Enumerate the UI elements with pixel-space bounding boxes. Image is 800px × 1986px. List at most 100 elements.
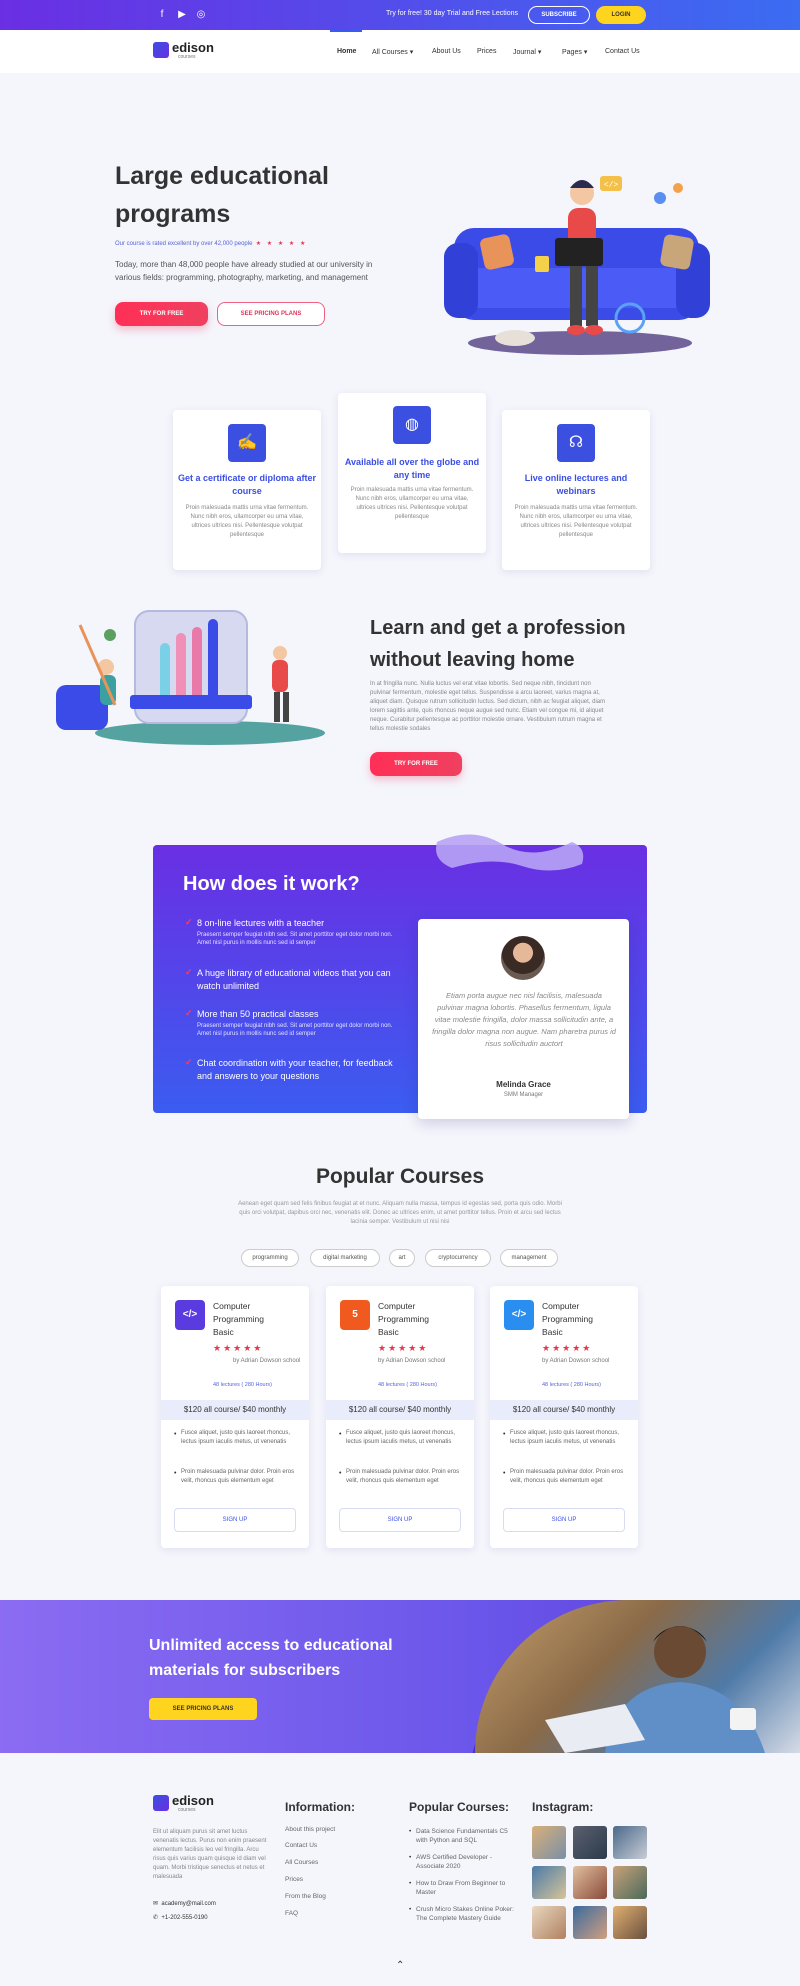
logo-subtext: courses <box>178 54 196 60</box>
footer-link[interactable]: Contact Us <box>285 1842 317 1849</box>
tag-cryptocurrency[interactable]: cryptocurrency <box>425 1249 491 1267</box>
footer-course-link[interactable]: • How to Draw From Beginner to Master <box>409 1879 516 1897</box>
instagram-icon[interactable]: ◎ <box>195 9 207 21</box>
footer-phone[interactable]: ✆ +1-202-555-0190 <box>153 1914 208 1921</box>
banner-title: Unlimited access to educational material… <box>149 1637 393 1679</box>
instagram-photo[interactable] <box>613 1826 647 1859</box>
logo-icon[interactable] <box>153 42 169 58</box>
course-title[interactable]: Computer Programming Basic <box>542 1300 612 1339</box>
nav-item-pages[interactable]: Pages ▾ <box>562 48 587 56</box>
tag-management[interactable]: management <box>500 1249 558 1267</box>
rating-text: Our course is rated excellent by over 42… <box>115 241 253 247</box>
footer-email[interactable]: ✉ academy@mail.com <box>153 1900 216 1907</box>
tag-digital-marketing[interactable]: digital marketing <box>310 1249 380 1267</box>
chevron-down-icon: ▾ <box>409 49 414 56</box>
scroll-top-icon[interactable]: ⌃ <box>396 1960 404 1971</box>
course-feature-text: Proin malesuada pulvinar dolor. Proin er… <box>346 1469 460 1484</box>
logo-text[interactable]: edison <box>172 40 214 55</box>
subscribe-button[interactable]: SUBSCRIBE <box>528 6 590 24</box>
sign-up-button[interactable]: SIGN UP <box>174 1508 296 1532</box>
tag-programming[interactable]: programming <box>241 1249 299 1267</box>
email-text: academy@mail.com <box>161 1901 216 1907</box>
nav-label: All Courses <box>372 49 408 56</box>
instagram-photo[interactable] <box>573 1866 607 1899</box>
footer-logo-text[interactable]: edison <box>172 1793 214 1808</box>
instagram-photo[interactable] <box>573 1826 607 1859</box>
footer-course-link[interactable]: • Data Science Fundamentals C5 with Pytho… <box>409 1827 516 1845</box>
facebook-icon[interactable]: f <box>156 9 168 21</box>
sign-up-button[interactable]: SIGN UP <box>339 1508 461 1532</box>
course-feature: • Proin malesuada pulvinar dolor. Proin e… <box>339 1468 466 1486</box>
testimonial-role: SMM Manager <box>503 1092 544 1098</box>
testimonial-quote: Etiam porta augue nec nisl facilisis, ma… <box>432 991 616 1048</box>
see-pricing-button[interactable]: SEE PRICING PLANS <box>217 302 325 326</box>
course-card: </> Computer Programming Basic ★★★★★ by … <box>490 1286 638 1548</box>
footer-course-link[interactable]: • AWS Certified Developer - Associate 202… <box>409 1853 516 1871</box>
learn-text: In at fringilla nunc. Nulla luctus vel e… <box>370 681 606 732</box>
bullet-icon: • <box>409 1828 412 1835</box>
tag-art[interactable]: art <box>389 1249 415 1267</box>
nav-item-prices[interactable]: Prices <box>477 48 496 55</box>
course-rating-stars: ★★★★★ <box>378 1343 429 1353</box>
course-price: $120 all course/ $40 monthly <box>490 1400 638 1420</box>
how-item-title: More than 50 practical classes <box>197 1009 319 1019</box>
chevron-down-icon: ▾ <box>583 49 588 56</box>
bullet-icon: • <box>409 1880 412 1887</box>
how-item-title: Chat coordination with your teacher, for… <box>197 1058 393 1081</box>
bullet-icon: • <box>339 1431 342 1438</box>
nav-item-about[interactable]: About Us <box>432 48 461 55</box>
course-title[interactable]: Computer Programming Basic <box>378 1300 448 1339</box>
nav-item-home[interactable]: Home <box>337 48 356 55</box>
footer-link[interactable]: Prices <box>285 1876 303 1883</box>
bullet-icon: • <box>503 1431 506 1438</box>
instagram-photo[interactable] <box>532 1866 566 1899</box>
instagram-photo[interactable] <box>573 1906 607 1939</box>
instagram-photo[interactable] <box>613 1906 647 1939</box>
instagram-photo[interactable] <box>613 1866 647 1899</box>
course-feature-text: Fusce aliquet, justo quis laoreet rhoncu… <box>346 1430 456 1445</box>
course-feature-text: Proin malesuada pulvinar dolor. Proin er… <box>181 1469 295 1484</box>
bullet-icon: • <box>409 1906 412 1913</box>
hero-illustration: </> <box>444 176 710 355</box>
youtube-icon[interactable]: ▶ <box>176 9 188 21</box>
instagram-photo[interactable] <box>532 1906 566 1939</box>
sign-up-button[interactable]: SIGN UP <box>503 1508 625 1532</box>
banner-pricing-button[interactable]: SEE PRICING PLANS <box>149 1698 257 1720</box>
footer-logo-icon[interactable] <box>153 1795 169 1811</box>
feature-text: Proin malesuada mattis urna vitae fermen… <box>514 505 638 538</box>
course-author: by Adrian Dowson school <box>233 1358 301 1364</box>
feature-title: Get a certificate or diploma after cours… <box>177 473 317 496</box>
footer-about: Elit ut aliquam purus sit amet luctus ve… <box>153 1829 267 1880</box>
nav-label: Journal <box>513 49 536 56</box>
footer-link[interactable]: From the Blog <box>285 1893 326 1900</box>
footer-courses-title: Popular Courses: <box>409 1800 510 1814</box>
instagram-photo[interactable] <box>532 1826 566 1859</box>
nav-item-contact[interactable]: Contact Us <box>605 48 640 55</box>
footer-info-title: Information: <box>285 1800 355 1814</box>
avatar <box>501 936 545 980</box>
learn-try-free-button[interactable]: TRY FOR FREE <box>370 752 462 776</box>
how-title: How does it work? <box>183 873 360 895</box>
check-icon: ✓ <box>185 1057 193 1067</box>
course-lectures: 48 lectures ( 280 Hours) <box>542 1382 601 1388</box>
how-item-title: 8 on-line lectures with a teacher <box>197 918 325 928</box>
wave-decoration <box>436 834 584 871</box>
nav-item-all-courses[interactable]: All Courses ▾ <box>372 48 413 56</box>
course-rating-stars: ★★★★★ <box>542 1343 593 1353</box>
footer-course-text: Data Science Fundamentals C5 with Python… <box>416 1828 508 1844</box>
bullet-icon: • <box>503 1470 506 1477</box>
nav-item-journal[interactable]: Journal ▾ <box>513 48 541 56</box>
login-button[interactable]: LOGIN <box>596 6 646 24</box>
footer <box>0 1753 800 1986</box>
footer-link[interactable]: About this project <box>285 1826 335 1833</box>
footer-link[interactable]: All Courses <box>285 1859 318 1866</box>
popular-courses-title: Popular Courses <box>315 1165 485 1188</box>
code-icon: </> <box>175 1300 205 1330</box>
feature-text: Proin malesuada mattis urna vitae fermen… <box>350 487 474 520</box>
testimonial-name: Melinda Grace <box>496 1080 551 1089</box>
footer-course-link[interactable]: • Crush Micro Stakes Online Poker: The Co… <box>409 1905 516 1923</box>
footer-link[interactable]: FAQ <box>285 1910 298 1917</box>
course-title[interactable]: Computer Programming Basic <box>213 1300 283 1339</box>
try-free-button[interactable]: TRY FOR FREE <box>115 302 208 326</box>
course-lectures: 48 lectures ( 280 Hours) <box>378 1382 437 1388</box>
